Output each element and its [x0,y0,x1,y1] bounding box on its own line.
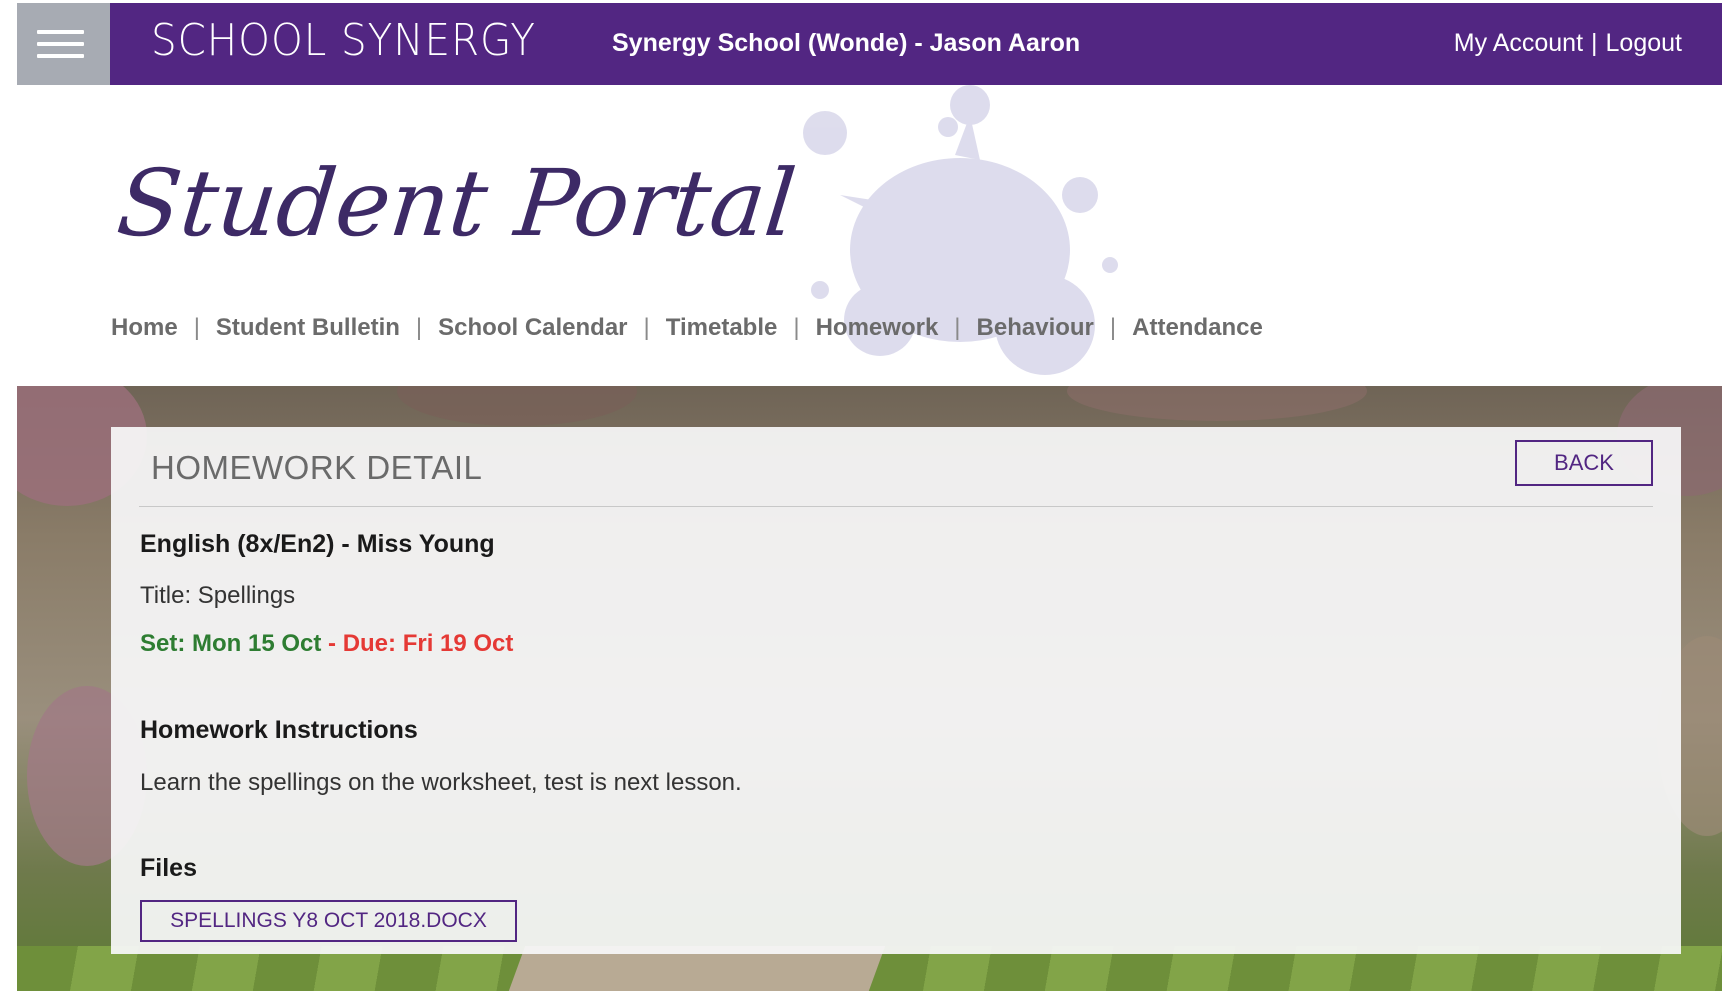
homework-title: Title: Spellings [140,582,296,609]
nav-separator: | [954,314,961,341]
subject-teacher: English (8x/En2) - Miss Young [140,530,495,558]
my-account-link[interactable]: My Account [1454,29,1583,57]
nav-behaviour[interactable]: Behaviour [977,314,1094,341]
nav-attendance[interactable]: Attendance [1132,314,1263,341]
divider [139,506,1653,507]
homework-detail-panel: HOMEWORK DETAIL BACK English (8x/En2) - … [111,427,1681,954]
instructions-heading: Homework Instructions [140,716,418,744]
file-download-button[interactable]: SPELLINGS Y8 OCT 2018.DOCX [140,900,517,942]
blossom-decoration [397,386,637,426]
account-links: My Account | Logout [1454,29,1682,58]
brand-logo: SCHOOL SYNERGY [151,15,536,66]
blossom-decoration [1067,386,1367,421]
files-heading: Files [140,854,197,882]
school-user-label: Synergy School (Wonde) - Jason Aaron [612,29,1081,57]
nav-separator: | [643,314,650,341]
back-button[interactable]: BACK [1515,440,1653,486]
nav-timetable[interactable]: Timetable [666,314,778,341]
nav-separator: | [193,314,200,341]
nav-home[interactable]: Home [111,314,178,341]
top-bar: SCHOOL SYNERGY Synergy School (Wonde) - … [17,3,1722,85]
main-nav: Home | Student Bulletin | School Calendar | Ti… [111,314,1263,342]
nav-separator: | [1109,314,1117,341]
due-date: Due: Fri 19 Oct [342,630,514,657]
nav-separator: | [415,314,423,341]
hamburger-menu-icon[interactable] [17,3,110,85]
nav-school-calendar[interactable]: School Calendar [438,314,627,341]
nav-student-bulletin[interactable]: Student Bulletin [216,314,400,341]
portal-title: Student Portal [112,150,801,257]
homework-dates: Set: Mon 15 Oct - Due: Fri 19 Oct [140,630,513,658]
nav-homework[interactable]: Homework [816,314,939,341]
page-title: HOMEWORK DETAIL [151,449,483,486]
nav-separator: | [793,314,800,341]
logout-link[interactable]: Logout [1606,29,1682,57]
set-date: Set: Mon 15 Oct [140,630,322,657]
instructions-text: Learn the spellings on the worksheet, te… [140,769,742,796]
date-separator: - [321,630,343,657]
account-separator: | [1591,29,1598,57]
